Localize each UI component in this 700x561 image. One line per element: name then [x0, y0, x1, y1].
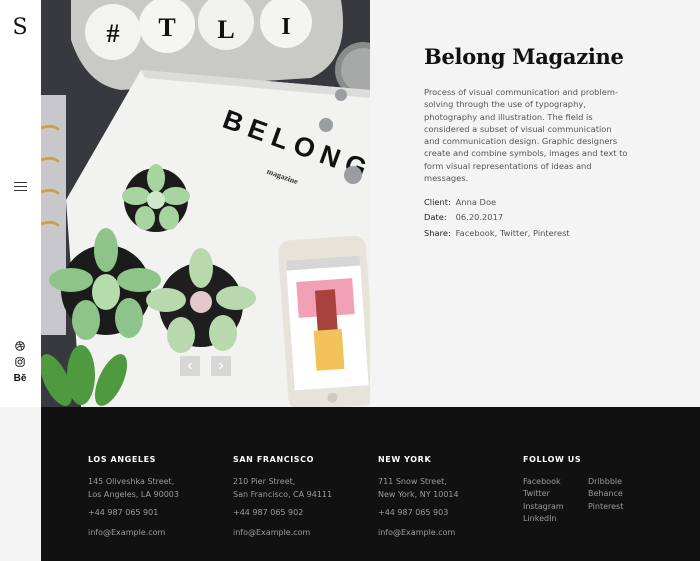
footer-follow-us: FOLLOW US Facebook Twitter Instagram Lin…: [523, 455, 653, 525]
footer-new-york: NEW YORK 711 Snow Street, New York, NY 1…: [378, 455, 459, 539]
project-client: Client: Anna Doe: [424, 197, 496, 207]
project-share: Share: Facebook, Twitter, Pinterest: [424, 228, 570, 238]
footer-heading: SAN FRANCISCO: [233, 455, 315, 464]
footer-address-line: San Francisco, CA 94111: [233, 489, 333, 499]
svg-text:L: L: [217, 15, 234, 44]
footer-dribbble-link[interactable]: Dribbble: [588, 476, 653, 488]
footer-pinterest-link[interactable]: Pinterest: [588, 501, 653, 513]
share-facebook-link[interactable]: Facebook: [456, 228, 495, 238]
footer-address-line: 145 Oliveshka Street,: [88, 477, 175, 486]
footer-behance-link[interactable]: Behance: [588, 488, 653, 500]
footer-heading: LOS ANGELES: [88, 455, 157, 464]
client-value: Anna Doe: [455, 197, 497, 207]
chevron-right-icon: [219, 362, 224, 370]
footer-address-line: New York, NY 10014: [378, 489, 459, 499]
share-twitter-link[interactable]: Twitter: [500, 228, 528, 238]
svg-text:#: #: [107, 19, 120, 48]
date-value: 06.20.2017: [455, 212, 504, 222]
footer-address-line: 711 Snow Street,: [378, 477, 447, 486]
dribbble-icon[interactable]: [14, 340, 26, 352]
project-hero-image: # T L I BELONG magazine: [41, 0, 370, 407]
slider-prev-button[interactable]: [180, 356, 200, 376]
footer-twitter-link[interactable]: Twitter: [523, 488, 588, 500]
footer-phone: +44 987 065 902: [233, 508, 304, 517]
footer-heading: NEW YORK: [378, 455, 432, 464]
footer-phone: +44 987 065 901: [88, 508, 159, 517]
project-info: Belong Magazine Process of visual commun…: [370, 0, 700, 407]
instagram-icon[interactable]: [14, 356, 26, 368]
chevron-left-icon: [187, 362, 192, 370]
footer-address-line: 210 Pier Street,: [233, 477, 296, 486]
svg-text:T: T: [158, 13, 175, 42]
footer-email-link[interactable]: info@Example.com: [88, 527, 179, 539]
project-date: Date: 06.20.2017: [424, 212, 503, 222]
hero-photo-illustration: # T L I BELONG magazine: [41, 0, 370, 407]
footer-email-link[interactable]: info@Example.com: [378, 527, 459, 539]
date-label: Date:: [424, 212, 447, 222]
footer-facebook-link[interactable]: Facebook: [523, 476, 588, 488]
share-pinterest-link[interactable]: Pinterest: [533, 228, 570, 238]
hamburger-icon[interactable]: [14, 182, 27, 192]
site-footer: LOS ANGELES 145 Oliveshka Street, Los An…: [41, 407, 700, 561]
site-logo[interactable]: S: [10, 14, 30, 42]
footer-instagram-link[interactable]: Instagram: [523, 501, 588, 513]
sidebar: S Bē: [0, 0, 41, 407]
slider-next-button[interactable]: [211, 356, 231, 376]
share-label: Share:: [424, 228, 451, 238]
footer-address-line: Los Angeles, LA 90003: [88, 489, 179, 499]
footer-san-francisco: SAN FRANCISCO 210 Pier Street, San Franc…: [233, 455, 332, 539]
project-title: Belong Magazine: [424, 44, 624, 69]
footer-los-angeles: LOS ANGELES 145 Oliveshka Street, Los An…: [88, 455, 179, 539]
footer-email-link[interactable]: info@Example.com: [233, 527, 332, 539]
footer-phone: +44 987 065 903: [378, 508, 449, 517]
svg-text:I: I: [281, 14, 290, 40]
footer-linkedin-link[interactable]: LinkedIn: [523, 513, 588, 525]
client-label: Client:: [424, 197, 451, 207]
behance-icon[interactable]: Bē: [14, 373, 27, 385]
footer-heading: FOLLOW US: [523, 455, 582, 464]
project-description: Process of visual communication and prob…: [424, 87, 628, 184]
